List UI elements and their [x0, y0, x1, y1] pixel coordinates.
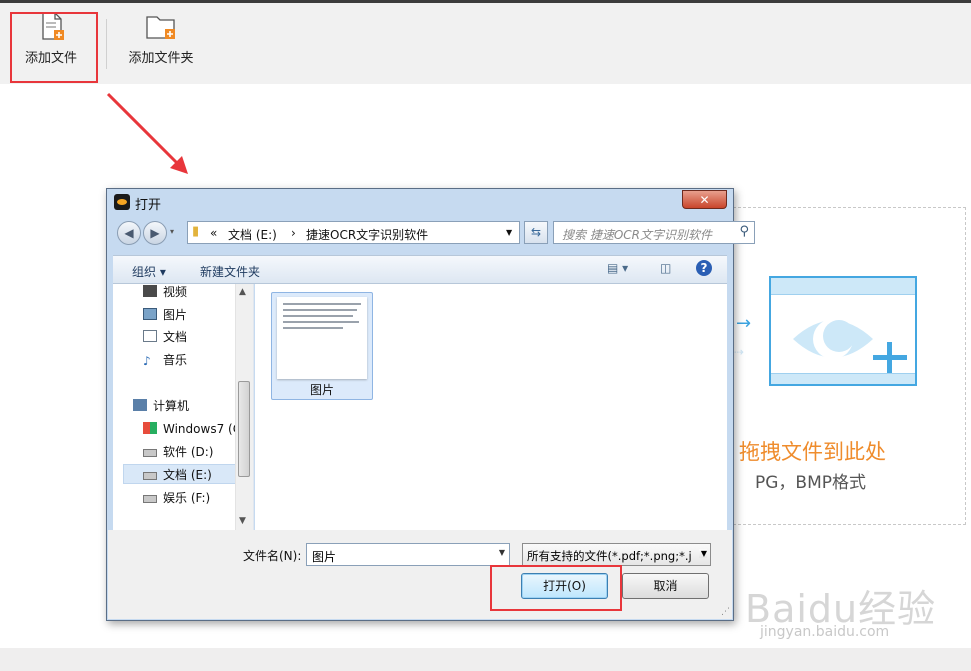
- open-file-dialog: 打开 ✕ ◀ ▶ ▾ ▮ « 文档 (E:) › 捷速OCR文字识别软件 ▼ ⇆…: [106, 188, 755, 621]
- dialog-title: 打开: [135, 198, 162, 213]
- scroll-down-icon[interactable]: ▼: [239, 516, 246, 526]
- back-button[interactable]: ◀: [117, 221, 141, 245]
- organize-menu[interactable]: 组织 ▾: [132, 263, 166, 280]
- drive-icon: [143, 472, 157, 480]
- nav-item-documents[interactable]: 文档: [143, 327, 187, 347]
- red-arrow-icon: [106, 92, 188, 174]
- scrollbar-thumb[interactable]: [238, 381, 250, 477]
- add-file-highlight: [10, 12, 98, 83]
- filename-value[interactable]: 图片: [312, 548, 336, 565]
- video-icon: [143, 285, 157, 297]
- scroll-up-icon[interactable]: ▲: [239, 287, 246, 297]
- recent-pages-icon[interactable]: ▾: [170, 227, 174, 236]
- command-bar: 组织 ▾ 新建文件夹 ▤ ▾ ◫ ?: [113, 255, 727, 284]
- close-button[interactable]: ✕: [682, 190, 727, 209]
- picture-icon: [143, 308, 157, 320]
- filename-dropdown-icon[interactable]: ▼: [499, 548, 505, 557]
- preview-pane-icon[interactable]: ◫: [660, 261, 671, 275]
- address-dropdown-icon[interactable]: ▼: [506, 228, 512, 237]
- music-icon: ♪: [143, 354, 151, 368]
- address-bar[interactable]: ▮ « 文档 (E:) › 捷速OCR文字识别软件 ▼: [187, 221, 520, 244]
- open-button-highlight: [490, 565, 622, 611]
- status-bar: [0, 648, 971, 671]
- forward-button[interactable]: ▶: [143, 221, 167, 245]
- nav-item-drive-e[interactable]: 文档 (E:): [123, 464, 237, 484]
- app-logo-icon: [114, 194, 130, 210]
- cancel-button[interactable]: 取消: [622, 573, 709, 599]
- nav-item-music[interactable]: ♪ 音乐: [143, 350, 187, 370]
- help-icon[interactable]: ?: [696, 260, 712, 276]
- drop-arrow-icon: →: [736, 313, 752, 334]
- filename-label: 文件名(N):: [243, 549, 302, 563]
- nav-item-videos[interactable]: 视频: [143, 282, 187, 302]
- address-segment-drive[interactable]: 文档 (E:): [228, 226, 277, 243]
- baidu-watermark-url: jingyan.baidu.com: [760, 624, 890, 640]
- filetype-value: 所有支持的文件(*.pdf;*.png;*.j: [527, 549, 692, 563]
- nav-item-drive-c[interactable]: Windows7 (C: [143, 419, 241, 439]
- nav-item-drive-f[interactable]: 娱乐 (F:): [143, 488, 210, 508]
- file-name: 图片: [309, 383, 334, 397]
- address-segment-folder[interactable]: 捷速OCR文字识别软件: [306, 226, 428, 243]
- add-folder-icon: [146, 16, 175, 39]
- document-icon: [143, 330, 157, 342]
- document-thumbnail: [277, 297, 367, 379]
- toolbar-separator: [106, 19, 107, 69]
- search-placeholder: 搜索 捷速OCR文字识别软件: [562, 228, 712, 242]
- view-options-icon[interactable]: ▤ ▾: [607, 261, 628, 275]
- ocr-eye-icon: [769, 276, 917, 386]
- filetype-select[interactable]: 所有支持的文件(*.pdf;*.png;*.j ▼: [522, 543, 711, 566]
- drive-icon: [143, 495, 157, 503]
- add-folder-label: 添加文件夹: [128, 51, 194, 66]
- nav-item-drive-d[interactable]: 软件 (D:): [143, 442, 213, 462]
- windows-drive-icon: [143, 422, 157, 434]
- nav-item-computer[interactable]: 计算机: [133, 396, 189, 416]
- nav-item-pictures[interactable]: 图片: [143, 305, 187, 325]
- drive-icon: [143, 449, 157, 457]
- search-input[interactable]: 搜索 捷速OCR文字识别软件 ⚲: [553, 221, 755, 244]
- address-separator[interactable]: ›: [291, 226, 296, 240]
- new-folder-button[interactable]: 新建文件夹: [200, 263, 260, 280]
- add-folder-button[interactable]: 添加文件夹: [124, 11, 198, 81]
- refresh-button[interactable]: ⇆: [524, 221, 548, 244]
- toolbar: 添加文件 添加文件夹: [0, 3, 971, 84]
- file-item[interactable]: 图片: [271, 292, 373, 400]
- computer-icon: [133, 399, 147, 411]
- file-list-pane: 图片: [255, 284, 727, 530]
- navigation-pane: 视频 图片 文档 ♪ 音乐 计算机 Windows7 (C 软件 (D:) 文档 …: [113, 284, 254, 530]
- resize-grip-icon[interactable]: ⋰: [721, 607, 730, 617]
- search-icon[interactable]: ⚲: [739, 224, 749, 239]
- drop-arrow-faint-icon: ⇢: [734, 345, 745, 359]
- nav-scrollbar[interactable]: ▲ ▼: [235, 284, 253, 530]
- folder-icon: ▮: [192, 224, 200, 239]
- filetype-dropdown-icon[interactable]: ▼: [698, 549, 707, 558]
- navigation-row: ◀ ▶ ▾ ▮ « 文档 (E:) › 捷速OCR文字识别软件 ▼ ⇆ 搜索 捷…: [115, 221, 755, 245]
- filename-input[interactable]: 图片 ▼: [306, 543, 510, 566]
- address-overflow[interactable]: «: [210, 226, 217, 240]
